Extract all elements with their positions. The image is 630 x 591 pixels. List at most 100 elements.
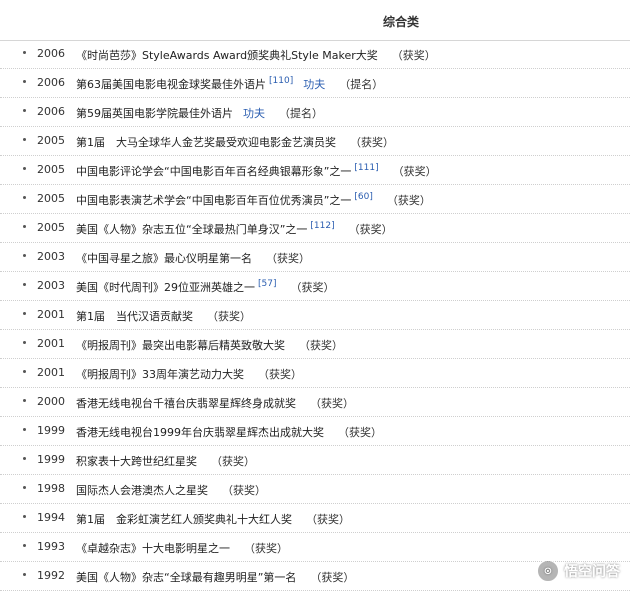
award-year: 2005 — [37, 134, 65, 147]
award-description: 第63届美国电影电视金球奖最佳外语片 [110] 功夫 （提名） — [76, 76, 383, 92]
reference-link[interactable]: [112] — [310, 221, 334, 231]
award-year: 2001 — [37, 337, 65, 350]
award-result: （获奖） — [222, 484, 266, 497]
list-item: 2001 《明报周刊》33周年演艺动力大奖 （获奖） — [0, 359, 630, 388]
award-description: 香港无线电视台1999年台庆翡翠星辉杰出成就大奖 （获奖） — [76, 424, 382, 440]
award-text: 《明报周刊》最突出电影幕后精英致敬大奖 — [76, 339, 285, 352]
award-text: 《明报周刊》33周年演艺动力大奖 — [76, 368, 244, 381]
award-text: 中国电影评论学会“中国电影百年百名经典银幕形象”之一 — [76, 165, 352, 178]
award-year: 1998 — [37, 482, 65, 495]
list-item: 2003 美国《时代周刊》29位亚洲英雄之一 [57] （获奖） — [0, 272, 630, 301]
award-year: 2006 — [37, 76, 65, 89]
section-title: 综合类 — [383, 15, 420, 29]
award-description: 《明报周刊》33周年演艺动力大奖 （获奖） — [76, 366, 302, 382]
award-year: 2003 — [37, 279, 65, 292]
award-year: 2001 — [37, 366, 65, 379]
list-item: 2005 中国电影评论学会“中国电影百年百名经典银幕形象”之一 [111] （获奖） — [0, 156, 630, 185]
award-text: 美国《人物》杂志五位“全球最热门单身汉”之一 — [76, 223, 308, 236]
list-item: 1998 国际杰人会港澳杰人之星奖 （获奖） — [0, 475, 630, 504]
award-description: 中国电影表演艺术学会“中国电影百年百位优秀演员”之一 [60] （获奖） — [76, 192, 431, 208]
award-description: 美国《人物》杂志五位“全球最热门单身汉”之一 [112] （获奖） — [76, 221, 393, 237]
bullet-icon — [23, 51, 26, 54]
award-result: （获奖） — [306, 513, 350, 526]
bullet-icon — [23, 109, 26, 112]
award-result: （获奖） — [258, 368, 302, 381]
reference-link[interactable]: [57] — [258, 279, 276, 289]
list-item: 2006 第59届英国电影学院最佳外语片 功夫 （提名） — [0, 98, 630, 127]
list-item: 1999 香港无线电视台1999年台庆翡翠星辉杰出成就大奖 （获奖） — [0, 417, 630, 446]
bullet-icon — [23, 312, 26, 315]
award-text: 第1届 大马全球华人金艺奖最受欢迎电影金艺演员奖 — [76, 136, 336, 149]
award-text: 《时尚芭莎》StyleAwards Award颁奖典礼Style Maker大奖 — [76, 49, 378, 62]
list-item: 1999 积家表十大跨世纪红星奖 （获奖） — [0, 446, 630, 475]
award-description: 《卓越杂志》十大电影明星之一 （获奖） — [76, 540, 288, 556]
award-description: 中国电影评论学会“中国电影百年百名经典银幕形象”之一 [111] （获奖） — [76, 163, 437, 179]
film-link[interactable]: 功夫 — [243, 107, 265, 120]
bullet-icon — [23, 225, 26, 228]
award-description: 《明报周刊》最突出电影幕后精英致敬大奖 （获奖） — [76, 337, 343, 353]
award-year: 1994 — [37, 511, 65, 524]
award-result: （获奖） — [266, 252, 310, 265]
award-description: 《中国寻星之旅》最心仪明星第一名 （获奖） — [76, 250, 310, 266]
award-text: 国际杰人会港澳杰人之星奖 — [76, 484, 208, 497]
award-description: 第1届 金彩虹演艺红人颁奖典礼十大红人奖 （获奖） — [76, 511, 350, 527]
award-text: 第59届英国电影学院最佳外语片 — [76, 107, 233, 120]
award-description: 国际杰人会港澳杰人之星奖 （获奖） — [76, 482, 266, 498]
award-result: （获奖） — [310, 571, 355, 584]
award-text: 香港无线电视台1999年台庆翡翠星辉杰出成就大奖 — [76, 426, 324, 439]
bullet-icon — [23, 399, 26, 402]
bullet-icon — [23, 254, 26, 257]
award-result: （获奖） — [338, 426, 382, 439]
wukong-logo-icon: ⊙ — [537, 560, 559, 582]
reference-link[interactable]: [110] — [269, 76, 293, 86]
bullet-icon — [23, 283, 26, 286]
bullet-icon — [23, 370, 26, 373]
watermark-text: 悟空问答 — [564, 564, 620, 580]
award-year: 2001 — [37, 308, 65, 321]
table-header: 综合类 — [0, 0, 630, 41]
bullet-icon — [23, 80, 26, 83]
award-year: 1999 — [37, 453, 65, 466]
award-result: （获奖） — [348, 223, 393, 236]
list-item: 2005 第1届 大马全球华人金艺奖最受欢迎电影金艺演员奖 （获奖） — [0, 127, 630, 156]
award-text: 美国《时代周刊》29位亚洲英雄之一 — [76, 281, 255, 294]
reference-link[interactable]: [111] — [354, 163, 378, 173]
list-item: 2006 第63届美国电影电视金球奖最佳外语片 [110] 功夫 （提名） — [0, 69, 630, 98]
bullet-icon — [23, 196, 26, 199]
award-description: 香港无线电视台千禧台庆翡翠星辉终身成就奖 （获奖） — [76, 395, 354, 411]
list-item: 2005 中国电影表演艺术学会“中国电影百年百位优秀演员”之一 [60] （获奖） — [0, 185, 630, 214]
award-year: 2006 — [37, 47, 65, 60]
award-year: 2005 — [37, 221, 65, 234]
list-item: 2000 香港无线电视台千禧台庆翡翠星辉终身成就奖 （获奖） — [0, 388, 630, 417]
bullet-icon — [23, 341, 26, 344]
award-result: （获奖） — [244, 542, 288, 555]
bullet-icon — [23, 138, 26, 141]
award-year: 2000 — [37, 395, 65, 408]
award-description: 第59届英国电影学院最佳外语片 功夫 （提名） — [76, 105, 323, 121]
award-description: 《时尚芭莎》StyleAwards Award颁奖典礼Style Maker大奖… — [76, 47, 436, 63]
award-result: （提名） — [339, 78, 384, 91]
award-year: 1993 — [37, 540, 65, 553]
award-year: 1999 — [37, 424, 65, 437]
award-text: 第63届美国电影电视金球奖最佳外语片 — [76, 78, 266, 91]
list-item: 2005 美国《人物》杂志五位“全球最热门单身汉”之一 [112] （获奖） — [0, 214, 630, 243]
award-text: 美国《人物》杂志“全球最有趣男明星”第一名 — [76, 571, 297, 584]
award-text: 《中国寻星之旅》最心仪明星第一名 — [76, 252, 252, 265]
award-result: （获奖） — [386, 194, 431, 207]
award-text: 《卓越杂志》十大电影明星之一 — [76, 542, 230, 555]
list-item: 2001 《明报周刊》最突出电影幕后精英致敬大奖 （获奖） — [0, 330, 630, 359]
award-description: 第1届 当代汉语贡献奖 （获奖） — [76, 308, 251, 324]
award-description: 美国《人物》杂志“全球最有趣男明星”第一名 （获奖） — [76, 569, 354, 585]
award-result: （获奖） — [391, 49, 436, 62]
award-text: 第1届 金彩虹演艺红人颁奖典礼十大红人奖 — [76, 513, 292, 526]
watermark: ⊙ 悟空问答 — [537, 560, 620, 582]
award-year: 1992 — [37, 569, 65, 582]
film-link[interactable]: 功夫 — [303, 78, 325, 91]
award-text: 中国电影表演艺术学会“中国电影百年百位优秀演员”之一 — [76, 194, 352, 207]
award-result: （获奖） — [350, 136, 394, 149]
list-item: 2001 第1届 当代汉语贡献奖 （获奖） — [0, 301, 630, 330]
award-result: （获奖） — [290, 281, 335, 294]
award-result: （获奖） — [299, 339, 343, 352]
reference-link[interactable]: [60] — [354, 192, 372, 202]
award-result: （获奖） — [207, 310, 251, 323]
